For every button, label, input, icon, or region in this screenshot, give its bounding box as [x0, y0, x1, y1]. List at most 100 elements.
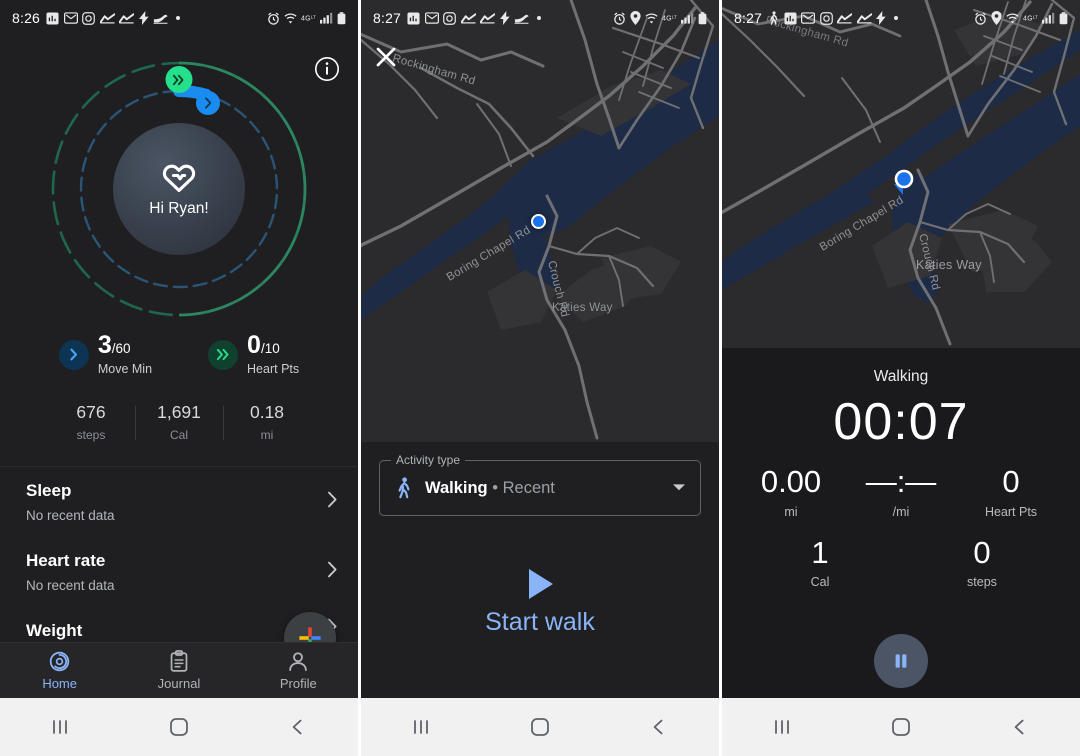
nav-item-journal[interactable]: Journal — [119, 643, 238, 698]
screen-start-walk: Rockingham Rd Boring Chapel Rd Crouch Rd… — [361, 0, 719, 756]
pause-button[interactable] — [874, 634, 928, 688]
heart-pts-value: 0 — [247, 331, 261, 359]
start-walk-sheet: Activity type Walking • Recent Start wal… — [361, 442, 719, 698]
sleep-title: Sleep — [26, 481, 72, 500]
goal-move-min[interactable]: 3/60 Move Min — [58, 333, 152, 376]
stat-cal: 1,691 Cal — [135, 402, 223, 442]
heart-pts-label: Heart Pts — [247, 362, 300, 376]
goal-summary-row: 3/60 Move Min 0/10 Heart Pts — [0, 333, 358, 376]
greeting-circle[interactable]: Hi Ryan! — [113, 123, 245, 255]
home-button[interactable] — [119, 716, 238, 738]
home-button[interactable] — [841, 716, 960, 738]
sleep-subtitle: No recent data — [26, 508, 115, 523]
tracking-panel: Walking 00:07 0.00 mi —:— /mi 0 Heart Pt… — [722, 348, 1080, 698]
steps-value: 0 — [973, 534, 991, 570]
chevron-right-icon — [327, 561, 338, 583]
android-system-nav-screen2 — [361, 698, 719, 756]
chart-icon — [856, 12, 872, 24]
4g-icon: 4GLTE — [1023, 13, 1038, 23]
stat-steps: 676 steps — [47, 402, 135, 442]
battery-icon — [337, 11, 346, 25]
status-bar-clock: 8:26 — [12, 10, 41, 26]
heart-pts-target: /10 — [260, 341, 280, 356]
activity-rings: Hi Ryan! — [0, 44, 358, 334]
current-location-dot — [531, 214, 546, 229]
steps-label: steps — [76, 428, 106, 442]
chevron-down-icon[interactable] — [672, 479, 686, 497]
activity-type-legend: Activity type — [391, 453, 466, 467]
start-walk-label: Start walk — [485, 608, 595, 636]
heart-pts-chevrons-icon — [208, 339, 239, 370]
distance-value: 0.00 — [760, 464, 822, 499]
tracking-timer: 00:07 — [833, 393, 969, 451]
dot-icon — [536, 16, 541, 20]
pace-value: —:— — [865, 464, 937, 499]
tracking-stats-row-1: 0.00 mi —:— /mi 0 Heart Pts — [722, 464, 1080, 519]
heart-pts-label: Heart Pts — [984, 504, 1038, 519]
gmail-icon — [63, 12, 78, 24]
svg-text:LTE: LTE — [311, 14, 316, 19]
svg-text:4G: 4G — [1023, 16, 1033, 23]
tracking-stat-pace: —:— /mi — [846, 464, 956, 518]
tracking-stat-cal: 1 Cal — [765, 534, 875, 590]
map-label-katies-way: Katies Way — [916, 258, 982, 272]
distance-label: mi — [784, 504, 798, 519]
heart-rate-title: Heart rate — [26, 551, 106, 570]
recents-button[interactable] — [361, 717, 480, 737]
tracking-stats-row-2: 1 Cal 0 steps — [722, 534, 1080, 590]
walking-person-icon — [398, 477, 410, 499]
heart-rate-subtitle: No recent data — [26, 578, 115, 593]
status-bar-screen1: 8:26 4GLTE — [0, 0, 358, 36]
home-button[interactable] — [480, 716, 599, 738]
svg-text:4G: 4G — [301, 16, 311, 23]
instagram-icon — [82, 11, 95, 25]
android-system-nav-screen3 — [722, 698, 1080, 756]
map-label-katies-way: Katies Way — [552, 302, 613, 314]
info-icon[interactable] — [314, 56, 340, 82]
flash-icon — [499, 11, 510, 25]
alarm-icon — [974, 11, 987, 25]
signal-icon — [320, 12, 333, 24]
chevron-right-icon — [327, 491, 338, 513]
dot-icon — [893, 16, 898, 20]
wifi-icon — [1006, 12, 1019, 25]
screen-walk-tracking: Rockingham Rd Boring Chapel Rd Crouch Rd… — [722, 0, 1080, 756]
inv-icon — [46, 11, 59, 25]
list-item-sleep[interactable]: Sleep No recent data — [0, 467, 358, 537]
gmail-icon — [801, 12, 816, 24]
flash-icon — [138, 11, 149, 25]
recents-button[interactable] — [722, 717, 841, 737]
steps-label: steps — [967, 575, 997, 590]
close-icon[interactable] — [375, 46, 397, 73]
nav-item-home[interactable]: Home — [0, 643, 119, 698]
back-button[interactable] — [961, 717, 1080, 737]
signal-icon — [681, 12, 694, 24]
activity-type-select[interactable]: Activity type Walking • Recent — [379, 453, 701, 516]
bottom-navigation-bar: Home Journal Profile — [0, 642, 358, 698]
screenshot-triptych: 8:26 4GLTE — [0, 0, 1080, 756]
back-button[interactable] — [600, 717, 719, 737]
start-walk-button[interactable]: Start walk — [361, 566, 719, 637]
chart-icon — [480, 12, 496, 24]
steps-value: 676 — [76, 402, 106, 422]
activity-type-suffix: • Recent — [492, 478, 555, 497]
move-min-target: /60 — [111, 341, 131, 356]
back-button[interactable] — [239, 717, 358, 737]
location-icon — [991, 11, 1002, 25]
cal-label: Cal — [810, 575, 830, 590]
recents-button[interactable] — [0, 717, 119, 737]
alarm-icon — [267, 11, 280, 25]
nav-item-profile[interactable]: Profile — [239, 643, 358, 698]
status-bar-clock: 8:27 — [734, 10, 763, 26]
heart-pts-ring-marker — [165, 66, 193, 93]
inv-icon — [407, 11, 420, 25]
goal-heart-pts[interactable]: 0/10 Heart Pts — [208, 333, 299, 376]
list-item-heart-rate[interactable]: Heart rate No recent data — [0, 537, 358, 607]
svg-text:LTE: LTE — [672, 14, 677, 19]
shoe-icon — [153, 12, 168, 24]
heart-pts-value: 0 — [1002, 464, 1020, 499]
chart-icon — [837, 12, 853, 24]
gmail-icon — [424, 12, 439, 24]
tracking-stat-heart-pts: 0 Heart Pts — [956, 464, 1066, 519]
cal-value: 1 — [811, 534, 829, 570]
